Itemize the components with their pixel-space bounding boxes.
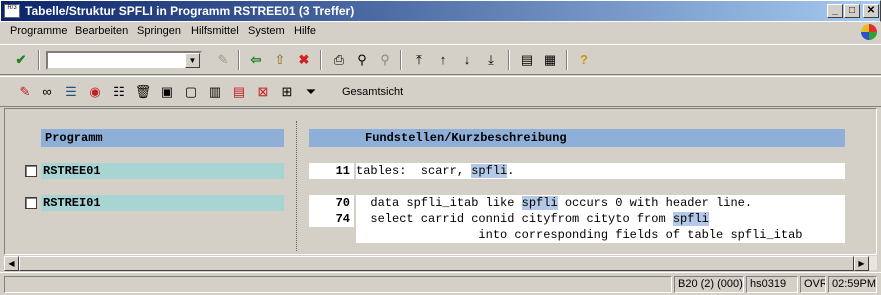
first-page-icon[interactable]: ⤒ xyxy=(410,51,428,69)
code-text: . xyxy=(507,164,515,178)
menu-hilfsmittel[interactable]: Hilfsmittel xyxy=(191,25,239,37)
line-number[interactable]: 11 xyxy=(309,163,354,179)
menu-springen[interactable]: Springen xyxy=(137,25,181,37)
toolbar-separator xyxy=(400,50,402,70)
tree-icon[interactable]: ⊞ xyxy=(278,83,296,101)
code-text: data spfli_itab like xyxy=(356,196,522,210)
result-list: Programm Fundstellen/Kurzbeschreibung RS… xyxy=(7,111,876,254)
list-icon[interactable]: ☰ xyxy=(62,83,80,101)
delete-icon[interactable]: 🗑 xyxy=(134,83,152,101)
line-number[interactable]: 70 xyxy=(309,195,354,211)
code-line[interactable]: select carrid connid cityfrom cityto fro… xyxy=(356,211,845,227)
last-page-icon[interactable]: ⤓ xyxy=(482,51,500,69)
status-server[interactable]: hs0319 xyxy=(746,276,798,293)
stack-icon[interactable]: ☷ xyxy=(110,83,128,101)
close-button[interactable]: ✕ xyxy=(863,4,879,18)
menu-system[interactable]: System xyxy=(248,25,285,37)
code-line[interactable]: tables: scarr, spfli. xyxy=(356,163,845,179)
create-session-icon[interactable]: ▤ xyxy=(518,51,536,69)
application-toolbar: ✎ ∞ ☰ ◉ ☷ 🗑 ▣ ▢ ▥ ▤ ⊠ ⊞ ⏷ Gesamtsicht xyxy=(0,76,881,107)
program-column-header: Programm xyxy=(41,129,284,147)
help-icon[interactable]: ? xyxy=(575,51,593,69)
find-next-icon[interactable]: ⚲ xyxy=(376,51,394,69)
back-icon[interactable]: ⇦ xyxy=(247,51,265,69)
gesamtsicht-button[interactable]: Gesamtsicht xyxy=(342,86,403,98)
column-divider xyxy=(296,121,297,251)
filter-icon[interactable]: ⏷ xyxy=(302,83,320,101)
glasses-icon[interactable]: ∞ xyxy=(38,83,56,101)
chevron-down-icon[interactable]: ▼ xyxy=(185,53,200,68)
edit-icon[interactable]: ✎ xyxy=(16,83,34,101)
window-title: Tabelle/Struktur SPFLI in Programm RSTRE… xyxy=(25,4,355,18)
line-number[interactable]: 74 xyxy=(309,211,354,227)
sap-logo-icon xyxy=(861,24,877,40)
search-hit: spfli xyxy=(672,212,709,226)
enter-icon[interactable]: ✔ xyxy=(12,51,30,69)
scroll-left-icon[interactable]: ◀ xyxy=(4,256,19,271)
horizontal-scrollbar[interactable]: ◀ ▶ xyxy=(4,255,877,271)
code-text: occurs 0 with header line. xyxy=(557,196,753,210)
save-icon[interactable]: ✎ xyxy=(214,51,232,69)
minimize-button[interactable]: _ xyxy=(827,4,843,18)
status-time: 02:59PM xyxy=(828,276,877,293)
exit-icon[interactable]: ⇧ xyxy=(271,51,289,69)
toolbar-separator xyxy=(320,50,322,70)
status-bar: B20 (2) (000) hs0319 OVR 02:59PM xyxy=(0,272,881,295)
program-name[interactable]: RSTREE01 xyxy=(41,163,284,179)
sap-app-icon[interactable]: R/3 xyxy=(4,4,20,18)
cancel-icon[interactable]: ✖ xyxy=(295,51,313,69)
print-icon[interactable]: ⎙ xyxy=(330,51,348,69)
status-system[interactable]: B20 (2) (000) xyxy=(674,276,744,293)
command-field[interactable]: ▼ xyxy=(46,51,202,70)
maximize-button[interactable]: □ xyxy=(844,4,860,18)
menu-bearbeiten[interactable]: Bearbeiten xyxy=(75,25,128,37)
code-text: into corresponding fields of table spfli… xyxy=(356,228,803,242)
expand-icon[interactable]: ▤ xyxy=(230,83,248,101)
result-list-container: Programm Fundstellen/Kurzbeschreibung RS… xyxy=(4,108,877,255)
table-icon[interactable]: ▥ xyxy=(206,83,224,101)
code-text: select carrid connid cityfrom cityto fro… xyxy=(356,212,673,226)
result-checkbox[interactable] xyxy=(25,165,37,177)
program-name[interactable]: RSTREI01 xyxy=(41,195,284,211)
status-message xyxy=(4,276,672,293)
shortcut-icon[interactable]: ▦ xyxy=(541,51,559,69)
find-icon[interactable]: ⚲ xyxy=(353,51,371,69)
deselect-icon[interactable]: ▢ xyxy=(182,83,200,101)
menu-bar: Programme Bearbeiten Springen Hilfsmitte… xyxy=(0,22,881,42)
select-icon[interactable]: ▣ xyxy=(158,83,176,101)
title-bar: R/3 Tabelle/Struktur SPFLI in Programm R… xyxy=(0,0,881,22)
collapse-icon[interactable]: ⊠ xyxy=(254,83,272,101)
search-hit: spfli xyxy=(521,196,558,210)
previous-page-icon[interactable]: ↑ xyxy=(434,51,452,69)
scroll-right-icon[interactable]: ▶ xyxy=(854,256,869,271)
search-hit: spfli xyxy=(471,164,508,178)
menu-hilfe[interactable]: Hilfe xyxy=(294,25,316,37)
toolbar-separator xyxy=(566,50,568,70)
toolbar-separator xyxy=(238,50,240,70)
toolbar-separator xyxy=(38,50,40,70)
target-icon[interactable]: ◉ xyxy=(86,83,104,101)
toolbar-separator xyxy=(508,50,510,70)
result-checkbox[interactable] xyxy=(25,197,37,209)
code-text: tables: scarr, xyxy=(356,164,472,178)
findings-column-header: Fundstellen/Kurzbeschreibung xyxy=(309,129,845,147)
standard-toolbar: ✔ ▼ ✎ ⇦ ⇧ ✖ ⎙ ⚲ ⚲ ⤒ ↑ ↓ ⤓ ▤ ▦ ? xyxy=(0,44,881,75)
scrollbar-thumb[interactable] xyxy=(19,256,854,271)
status-mode[interactable]: OVR xyxy=(800,276,826,293)
menu-programme[interactable]: Programme xyxy=(10,25,67,37)
code-line[interactable]: into corresponding fields of table spfli… xyxy=(356,227,845,243)
code-line[interactable]: data spfli_itab like spfli occurs 0 with… xyxy=(356,195,845,211)
next-page-icon[interactable]: ↓ xyxy=(458,51,476,69)
